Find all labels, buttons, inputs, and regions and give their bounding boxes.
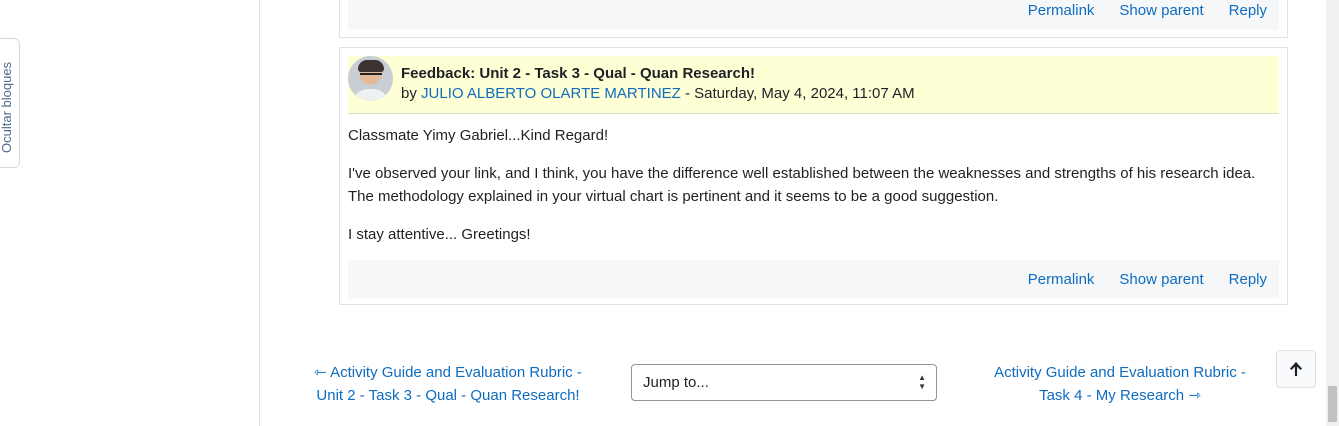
post-header: Feedback: Unit 2 - Task 3 - Qual - Quan …: [348, 56, 1279, 114]
by-label: by: [401, 85, 417, 102]
previous-activity-line1: Activity Guide and Evaluation Rubric -: [330, 364, 582, 381]
jump-to-select[interactable]: Jump to... ▲ ▼: [631, 364, 937, 401]
reply-link[interactable]: Reply: [1229, 271, 1267, 288]
jump-to-label: Jump to...: [643, 374, 709, 391]
previous-post: Permalink Show parent Reply: [339, 0, 1288, 38]
previous-activity-link[interactable]: ⇽ Activity Guide and Evaluation Rubric -…: [298, 361, 598, 407]
post-body: Classmate Yimy Gabriel...Kind Regard! I'…: [348, 124, 1279, 261]
post-paragraph: Classmate Yimy Gabriel...Kind Regard!: [348, 127, 609, 144]
next-activity-line1: Activity Guide and Evaluation Rubric -: [994, 364, 1246, 381]
scrollbar-thumb[interactable]: [1328, 386, 1337, 422]
previous-arrow-icon: ⇽: [314, 364, 327, 381]
next-arrow-icon: ⇾: [1188, 387, 1201, 404]
forum-post: Feedback: Unit 2 - Task 3 - Qual - Quan …: [339, 47, 1288, 305]
author-link[interactable]: JULIO ALBERTO OLARTE MARTINEZ: [421, 85, 681, 102]
hide-blocks-label: Ocultar bloques: [0, 61, 14, 153]
post-paragraph: I stay attentive... Greetings!: [348, 226, 531, 243]
scrollbar[interactable]: [1326, 0, 1339, 426]
next-activity-line2: Task 4 - My Research: [1039, 387, 1185, 404]
chevron-updown-icon: ▲ ▼: [918, 373, 926, 391]
hide-blocks-tab[interactable]: Ocultar bloques: [0, 38, 20, 168]
content-divider: [259, 0, 260, 426]
show-parent-link[interactable]: Show parent: [1119, 2, 1203, 19]
back-to-top-button[interactable]: [1276, 350, 1316, 388]
post-subject: Feedback: Unit 2 - Task 3 - Qual - Quan …: [401, 65, 755, 82]
show-parent-link[interactable]: Show parent: [1119, 271, 1203, 288]
previous-post-actions: Permalink Show parent Reply: [348, 0, 1279, 30]
post-date: - Saturday, May 4, 2024, 11:07 AM: [685, 85, 915, 102]
reply-link[interactable]: Reply: [1229, 2, 1267, 19]
arrow-up-icon: [1290, 362, 1302, 376]
previous-activity-line2: Unit 2 - Task 3 - Qual - Quan Research!: [316, 387, 580, 404]
post-byline: by JULIO ALBERTO OLARTE MARTINEZ - Satur…: [401, 85, 915, 102]
permalink-link[interactable]: Permalink: [1028, 271, 1095, 288]
avatar[interactable]: [348, 56, 393, 101]
post-paragraph: I've observed your link, and I think, yo…: [348, 165, 1256, 205]
next-activity-link[interactable]: Activity Guide and Evaluation Rubric - T…: [970, 361, 1270, 407]
post-actions: Permalink Show parent Reply: [348, 260, 1279, 298]
permalink-link[interactable]: Permalink: [1028, 2, 1095, 19]
